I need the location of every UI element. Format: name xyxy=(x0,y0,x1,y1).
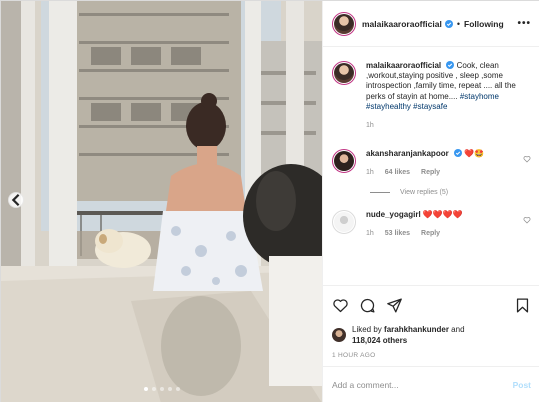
post-timestamp[interactable]: 1 HOUR AGO xyxy=(332,352,531,359)
like-comment-heart-icon[interactable] xyxy=(523,155,531,163)
caption: malaikaaroraofficial Cook, clean ,workou… xyxy=(332,61,531,131)
post-image xyxy=(1,1,322,402)
author-username[interactable]: malaikaaroraofficial xyxy=(362,19,442,29)
reply-button[interactable]: Reply xyxy=(421,230,440,237)
verified-badge-icon xyxy=(444,19,453,28)
verified-badge-icon xyxy=(453,149,462,158)
carousel-prev-button[interactable] xyxy=(8,192,24,208)
comment-item: akansharanjankapoor ❤️🤩 1h 64 likes Repl… xyxy=(332,149,531,178)
comment-input[interactable] xyxy=(332,380,513,390)
chevron-left-icon xyxy=(11,193,20,207)
likes-summary: Liked by farahkhankunder and 118,024 oth… xyxy=(332,324,531,346)
liker-username[interactable]: farahkhankunder xyxy=(384,325,449,334)
comment-time[interactable]: 1h xyxy=(366,169,374,176)
carousel-dot xyxy=(143,387,148,391)
liker-avatar[interactable] xyxy=(332,328,346,342)
separator-dot: • xyxy=(456,18,461,29)
commenter-username[interactable]: akansharanjankapoor xyxy=(366,149,449,158)
comment-time[interactable]: 1h xyxy=(366,230,374,237)
carousel-dot xyxy=(167,387,172,391)
comment-text: ❤️🤩 xyxy=(464,149,485,159)
like-comment-heart-icon[interactable] xyxy=(523,216,531,224)
comment-item: nude_yogagirl ❤️❤️❤️❤️ 1h 53 likes Reply xyxy=(332,209,531,239)
commenter-username[interactable]: nude_yogagirl xyxy=(366,210,421,219)
post-actions: Liked by farahkhankunder and 118,024 oth… xyxy=(323,285,539,359)
more-options-button[interactable]: ••• xyxy=(517,18,531,29)
following-button[interactable]: Following xyxy=(464,19,504,29)
replies-divider xyxy=(370,191,390,193)
caption-meta: 1h xyxy=(366,121,531,131)
commenter-avatar[interactable] xyxy=(332,209,356,234)
comment-text: ❤️❤️❤️❤️ xyxy=(422,209,463,219)
likes-and: and xyxy=(451,325,465,334)
instagram-post: malaikaaroraofficial • Following ••• mal… xyxy=(0,0,539,402)
save-bookmark-icon[interactable] xyxy=(514,297,531,314)
post-photo[interactable] xyxy=(1,1,322,402)
share-paper-plane-icon[interactable] xyxy=(386,297,403,314)
view-replies-label: View replies (5) xyxy=(400,188,449,196)
like-heart-icon[interactable] xyxy=(332,297,349,314)
comment-meta: 1h 53 likes Reply xyxy=(366,229,523,239)
carousel-indicator xyxy=(1,387,322,391)
author-avatar[interactable] xyxy=(332,11,356,36)
view-replies-button[interactable]: View replies (5) xyxy=(370,189,531,196)
comments-list: malaikaaroraofficial Cook, clean ,workou… xyxy=(323,48,539,284)
carousel-dot xyxy=(175,387,180,391)
hashtag-link[interactable]: #stayhome xyxy=(460,92,499,101)
caption-username[interactable]: malaikaaroraofficial xyxy=(366,61,441,70)
verified-badge-icon xyxy=(446,61,455,69)
comment-likes[interactable]: 53 likes xyxy=(385,230,410,237)
post-header: malaikaaroraofficial • Following ••• xyxy=(323,1,539,47)
hashtag-link[interactable]: #stayhealthy xyxy=(366,102,411,111)
carousel-dot xyxy=(159,387,164,391)
caption-avatar[interactable] xyxy=(332,61,356,85)
reply-button[interactable]: Reply xyxy=(421,169,440,176)
liked-by-prefix: Liked by xyxy=(352,325,382,334)
carousel-dot xyxy=(151,387,156,391)
likes-count-link[interactable]: 118,024 others xyxy=(352,336,407,345)
comment-bubble-icon[interactable] xyxy=(359,297,376,314)
comment-meta: 1h 64 likes Reply xyxy=(366,168,523,178)
action-bar xyxy=(332,294,531,316)
caption-time[interactable]: 1h xyxy=(366,122,374,129)
hashtag-link[interactable]: #staysafe xyxy=(413,102,447,111)
commenter-avatar[interactable] xyxy=(332,149,356,174)
post-details-panel: malaikaaroraofficial • Following ••• mal… xyxy=(322,1,539,402)
post-comment-button[interactable]: Post xyxy=(513,380,531,390)
comment-likes[interactable]: 64 likes xyxy=(385,169,410,176)
add-comment-bar: Post xyxy=(323,366,539,402)
